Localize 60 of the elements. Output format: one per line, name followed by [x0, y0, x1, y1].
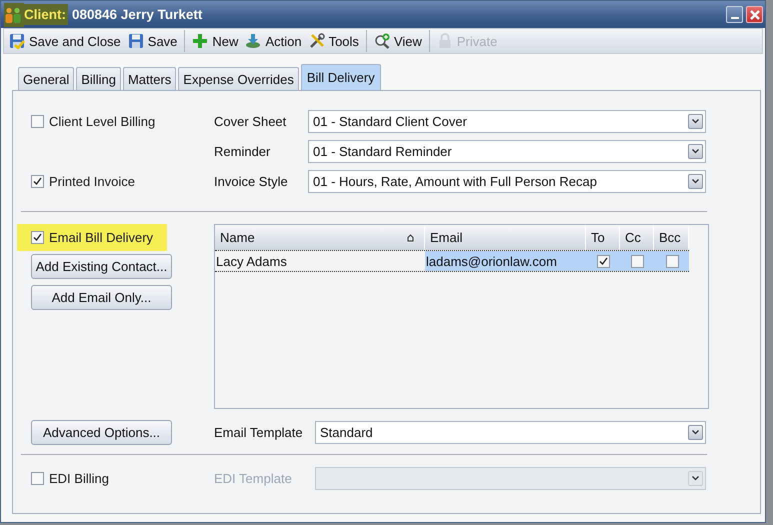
table-cell-text: Lacy Adams — [215, 252, 288, 271]
column-header[interactable]: Name — [215, 225, 425, 250]
plus-icon — [192, 33, 208, 49]
padlock-icon — [436, 33, 453, 49]
toolbar-button[interactable]: Action — [244, 31, 303, 51]
caret-icon — [688, 471, 703, 486]
minimize-icon — [730, 16, 738, 18]
table-row[interactable]: Lacy Adams ladams@orionlaw.com — [215, 250, 689, 272]
checkbox-label: EDI Billing — [49, 471, 109, 486]
caret-icon — [688, 144, 703, 159]
tab[interactable]: Matters — [122, 67, 176, 90]
toolbar-button[interactable]: Tools — [308, 31, 360, 51]
minimize-button[interactable] — [726, 6, 743, 23]
title-label: Client: — [24, 4, 68, 25]
add-contact-button[interactable]: Add Email Only... — [31, 285, 172, 310]
tab[interactable]: Billing — [76, 67, 121, 90]
checkbox[interactable] — [631, 254, 644, 268]
column-header[interactable]: Cc — [620, 225, 654, 250]
field-label: Cover Sheet — [214, 114, 288, 129]
tab[interactable]: Bill Delivery — [300, 64, 381, 90]
people-icon — [4, 6, 22, 22]
wrench-screwdriver-icon — [308, 33, 325, 49]
dropdown[interactable]: 01 - Hours, Rate, Amount with Full Person Recap — [308, 170, 706, 193]
checkbox[interactable] — [597, 254, 610, 268]
window-title: 080846 Jerry Turkett — [72, 7, 202, 22]
dropdown[interactable]: Standard — [315, 421, 706, 444]
toolbar-button[interactable]: View — [372, 31, 423, 51]
field-label: EDI Template — [214, 471, 293, 486]
close-icon — [750, 10, 760, 20]
tab[interactable]: General — [18, 67, 74, 90]
toolbar-button[interactable]: New — [191, 31, 240, 51]
floppy-check-icon — [9, 33, 25, 49]
caret-icon — [688, 114, 703, 129]
toolbar-button[interactable]: Save — [126, 31, 178, 51]
field-label: Email Template — [214, 425, 304, 440]
field-label: Reminder — [214, 144, 272, 159]
dropdown[interactable]: 01 - Standard Reminder — [308, 140, 706, 163]
checkbox[interactable] — [31, 115, 44, 128]
field-label: Invoice Style — [214, 174, 289, 189]
checkbox-label: Printed Invoice — [49, 174, 135, 189]
checkbox-label: Client Level Billing — [49, 114, 156, 129]
checkbox[interactable] — [666, 254, 678, 268]
checkbox-label: Email Bill Delivery — [49, 230, 154, 245]
advanced-options-button[interactable]: Advanced Options... — [31, 420, 172, 445]
tab[interactable]: Expense Overrides — [178, 67, 299, 90]
checkbox[interactable] — [31, 175, 44, 188]
dropdown[interactable]: 01 - Standard Client Cover — [308, 110, 706, 133]
table-cell: ladams@orionlaw.com — [425, 251, 586, 271]
tray-arrow-icon — [245, 33, 262, 49]
caret-icon — [688, 425, 703, 440]
add-contact-button[interactable]: Add Existing Contact... — [31, 254, 172, 279]
checkbox[interactable] — [31, 231, 44, 244]
caret-icon — [688, 174, 703, 189]
checkbox[interactable] — [31, 472, 44, 485]
column-header[interactable]: Email — [425, 225, 586, 250]
toolbar-button[interactable]: Save and Close — [8, 31, 122, 51]
magnifier-plus-icon — [374, 33, 390, 49]
column-header[interactable]: Bcc — [654, 225, 689, 250]
close-button[interactable] — [746, 6, 763, 23]
column-header[interactable]: To — [586, 225, 620, 250]
